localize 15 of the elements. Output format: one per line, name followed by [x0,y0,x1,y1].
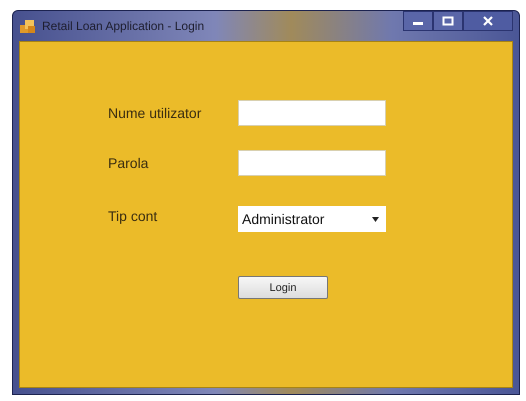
minimize-button[interactable] [403,11,433,31]
field-label: Nume utilizator [108,105,202,121]
login-button[interactable]: Login [238,276,328,299]
username-field[interactable] [238,100,386,126]
close-button[interactable] [463,11,513,31]
app-icon [19,18,37,34]
password-field[interactable] [238,150,386,176]
close-icon [482,16,494,26]
window-title: Retail Loan Application - Login [42,19,204,33]
maximize-button[interactable] [433,11,463,31]
field-label: Parola [108,155,150,171]
account-type-dropdown[interactable]: Administrator [238,206,386,232]
caret-icon [371,216,380,222]
account-type-label: Tip cont [108,208,158,224]
maximize-icon [442,16,454,26]
